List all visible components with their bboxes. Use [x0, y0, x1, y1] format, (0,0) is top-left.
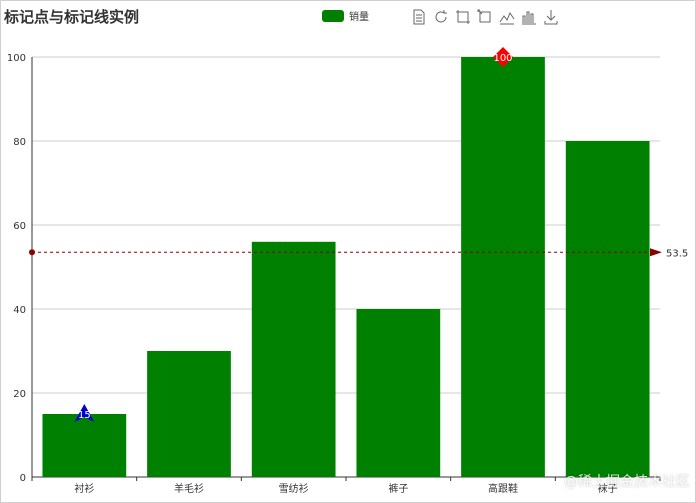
y-tick-label: 20 [13, 389, 26, 400]
min-mark-point-label: 15 [78, 410, 91, 421]
bar [42, 414, 127, 477]
x-tick-label: 高跟鞋 [488, 482, 518, 495]
y-tick-label: 60 [13, 221, 26, 232]
y-tick-label: 0 [20, 473, 26, 484]
bar [461, 57, 545, 477]
watermark: @稀土掘金技术社区 [564, 474, 690, 490]
y-tick-label: 80 [13, 137, 26, 148]
x-tick-label: 雪纺衫 [279, 482, 309, 495]
bar [356, 309, 441, 477]
x-tick-label: 衬衫 [74, 482, 94, 495]
bar-chart: 020406080100衬衫 羊毛衫 雪纺衫 裤子 高跟鞋 袜子53.515100 [7, 47, 688, 495]
average-line-arrow [650, 248, 662, 257]
average-line-start [29, 249, 35, 256]
average-line-label: 53.5 [666, 248, 688, 259]
x-tick-label: 裤子 [388, 482, 408, 495]
y-tick-label: 40 [13, 305, 26, 316]
max-mark-point-label: 100 [493, 53, 512, 64]
bar [147, 351, 231, 477]
bar [251, 241, 336, 477]
y-tick-label: 100 [7, 53, 26, 64]
bar [565, 141, 650, 477]
x-tick-label: 羊毛衫 [174, 482, 204, 495]
